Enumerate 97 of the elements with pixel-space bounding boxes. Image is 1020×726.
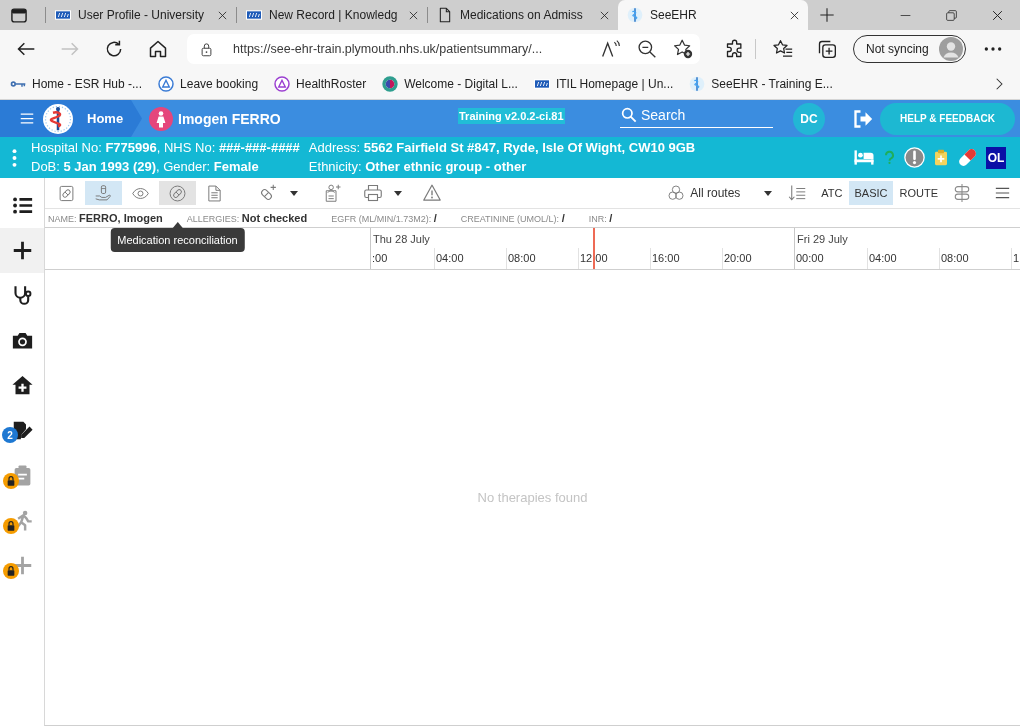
close-icon[interactable] bbox=[599, 9, 610, 21]
hour-label: 08:00 bbox=[506, 248, 578, 269]
new-tab-icon[interactable] bbox=[819, 7, 835, 23]
close-icon[interactable] bbox=[217, 9, 228, 21]
toolbar-button[interactable] bbox=[85, 181, 122, 205]
close-icon[interactable] bbox=[789, 9, 800, 21]
hour-label: 1 bbox=[1011, 248, 1020, 269]
status-badge[interactable]: OL bbox=[986, 146, 1006, 169]
address-bar[interactable]: https://see-ehr-train.plymouth.nhs.uk/patientsummary/... bbox=[187, 34, 700, 64]
lock-icon bbox=[3, 563, 19, 579]
browser-tab[interactable]: User Profile - University bbox=[46, 0, 236, 30]
circles-icon bbox=[668, 185, 685, 201]
bookmark-link[interactable]: Leave booking bbox=[158, 75, 259, 92]
logo-icon bbox=[43, 103, 73, 134]
version-label: Training v2.0.2-ci.81 bbox=[458, 108, 565, 124]
toolbar-button[interactable] bbox=[159, 181, 196, 205]
bookmark-link[interactable]: Welcome - Digital L... bbox=[382, 75, 518, 92]
lock-icon bbox=[3, 518, 19, 534]
sort-mode-button[interactable]: BASIC bbox=[849, 181, 893, 205]
printer-icon[interactable] bbox=[364, 184, 382, 202]
close-icon[interactable] bbox=[408, 9, 419, 21]
home-icon[interactable] bbox=[148, 39, 168, 59]
read-aloud-icon[interactable] bbox=[601, 39, 621, 59]
summary-text: EGFR (ML/MIN/1.73M2): / bbox=[331, 212, 437, 224]
browser-tab[interactable]: Medications on Admiss bbox=[428, 0, 618, 30]
logout-icon[interactable] bbox=[853, 108, 873, 129]
favorites-icon[interactable] bbox=[773, 39, 793, 59]
tab-actions-icon[interactable] bbox=[10, 6, 28, 24]
document-icon bbox=[206, 184, 223, 202]
route-dropdown[interactable]: All routes bbox=[664, 181, 777, 205]
logo-icon bbox=[158, 75, 175, 92]
logo-icon bbox=[627, 7, 643, 23]
caret-icon[interactable] bbox=[290, 190, 298, 196]
search-field[interactable]: Search bbox=[620, 103, 773, 128]
sort-icon[interactable] bbox=[788, 184, 807, 202]
lock-icon[interactable] bbox=[199, 41, 214, 57]
patient-detail-text: DoB: 5 Jan 1993 (29), Gender: Female bbox=[31, 158, 260, 176]
logo-icon bbox=[274, 75, 291, 92]
notification-count: 2 bbox=[2, 427, 18, 443]
sidebar-item[interactable] bbox=[0, 228, 44, 273]
warning-icon[interactable] bbox=[423, 184, 441, 202]
hand-with-bottle-icon bbox=[95, 184, 112, 202]
bookmark-link[interactable]: ITIL Homepage | Un... bbox=[533, 75, 674, 92]
add-pill-icon[interactable] bbox=[259, 184, 277, 202]
refresh-icon[interactable] bbox=[104, 39, 124, 59]
hour-label: 16:00 bbox=[650, 248, 722, 269]
browser-tab[interactable]: New Record | Knowledg bbox=[237, 0, 427, 30]
sidebar-item[interactable]: 2 bbox=[0, 408, 44, 453]
zoom-out-icon[interactable] bbox=[637, 39, 657, 59]
sort-mode-button[interactable]: ATC bbox=[816, 181, 848, 205]
hour-label: 00:00 bbox=[795, 251, 825, 266]
extensions-icon[interactable] bbox=[725, 39, 745, 59]
stacked-rows-icon[interactable] bbox=[953, 184, 971, 202]
add-person-document-icon[interactable] bbox=[324, 184, 342, 202]
logo-icon bbox=[689, 75, 706, 92]
bookmark-link[interactable]: Home - ESR Hub -... bbox=[10, 75, 143, 92]
hour-label: 04:00 bbox=[434, 248, 506, 269]
tablet-icon bbox=[169, 184, 186, 202]
patient-detail-text: Ethnicity: Other ethnic group - other bbox=[308, 158, 528, 176]
summary-text: ALLERGIES: Not checked bbox=[186, 212, 308, 224]
bookmark-link[interactable]: HealthRoster bbox=[274, 75, 367, 92]
bookmark-link[interactable]: SeeEHR - Training E... bbox=[689, 75, 833, 92]
summary-text: INR: / bbox=[588, 212, 613, 224]
search-icon[interactable] bbox=[621, 107, 637, 123]
patient-detail-text: Hospital No: F775996, NHS No: ###-###-#### bbox=[31, 139, 300, 157]
day-label: Thu 28 July bbox=[372, 232, 431, 247]
hour-label: :00 bbox=[371, 251, 389, 266]
empty-message: No therapies found bbox=[477, 490, 588, 505]
lock-icon bbox=[3, 473, 19, 489]
sort-mode-button[interactable]: ROUTE bbox=[894, 181, 943, 205]
document-icon bbox=[437, 7, 453, 23]
day-label: Fri 29 July bbox=[796, 232, 849, 247]
current-time-line bbox=[593, 228, 595, 269]
avatar-icon bbox=[939, 37, 963, 61]
menu-icon[interactable] bbox=[18, 111, 36, 126]
hour-label: 04:00 bbox=[867, 248, 939, 269]
patient-detail-text: Address: 5562 Fairfield St #847, Ryde, Isle Of Wight, CW10 9GB bbox=[308, 139, 696, 157]
logo-icon bbox=[55, 7, 71, 23]
collections-icon[interactable] bbox=[817, 39, 837, 59]
close-icon[interactable] bbox=[990, 8, 1004, 22]
browser-tab[interactable]: SeeEHR bbox=[618, 0, 808, 30]
hour-label: 20:00 bbox=[722, 248, 794, 269]
home-link[interactable]: Home bbox=[87, 111, 124, 126]
logo-icon bbox=[382, 75, 399, 92]
alert-icon[interactable] bbox=[904, 147, 925, 168]
pill-card-icon bbox=[58, 184, 75, 202]
female-avatar-icon bbox=[149, 106, 173, 131]
hour-label: 08:00 bbox=[939, 248, 1011, 269]
caret-icon[interactable] bbox=[394, 190, 402, 196]
summary-text: CREATININE (UMOL/L): / bbox=[460, 212, 565, 224]
caret-icon bbox=[764, 190, 773, 196]
add-favorite-icon[interactable] bbox=[673, 39, 693, 59]
clipboard-plus-icon[interactable] bbox=[933, 147, 949, 168]
menu-icon[interactable] bbox=[993, 185, 1012, 201]
logo-icon bbox=[246, 7, 262, 23]
restore-icon[interactable] bbox=[944, 8, 958, 22]
summary-text: NAME: FERRO, Imogen bbox=[48, 212, 163, 224]
